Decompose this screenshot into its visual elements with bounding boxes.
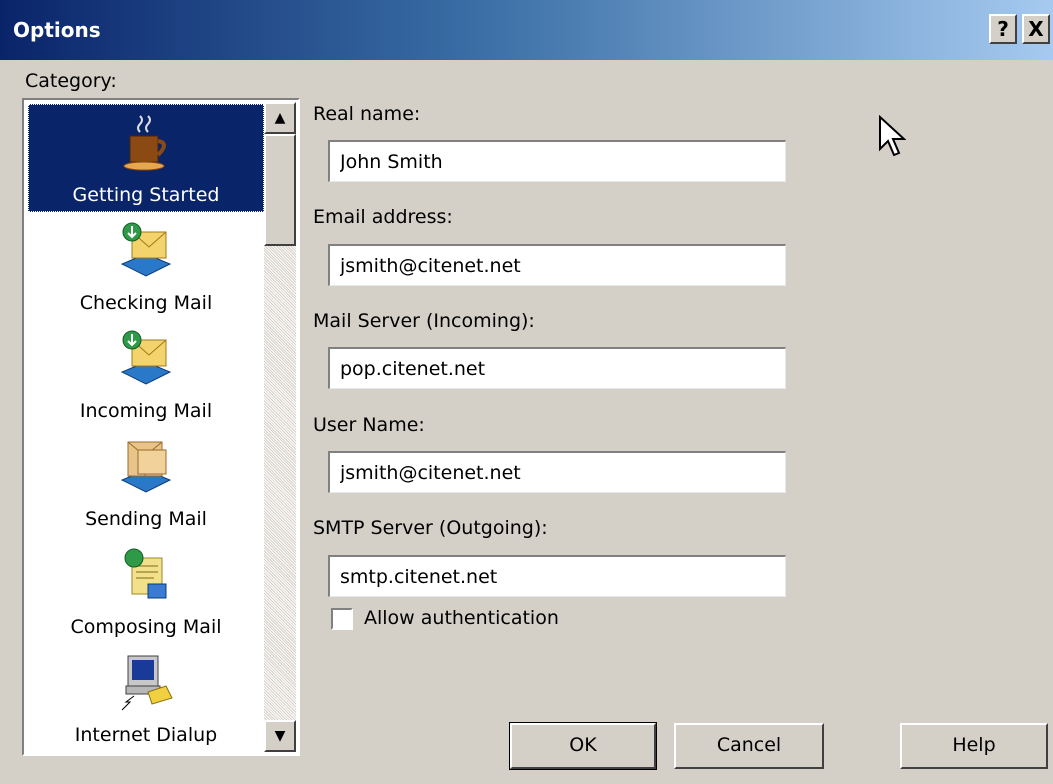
mouse-cursor-icon: [879, 115, 906, 157]
category-item-composing-mail[interactable]: Composing Mail: [28, 536, 264, 644]
category-list[interactable]: Getting Started Checking Mail Incoming M: [22, 98, 300, 756]
allow-authentication-checkbox[interactable]: [331, 608, 353, 630]
mail-envelope-icon: [120, 330, 172, 385]
category-item-internet-dialup[interactable]: Internet Dialup: [28, 644, 264, 752]
email-address-field[interactable]: [328, 244, 786, 286]
window-title: Options: [13, 18, 101, 42]
user-name-label: User Name:: [313, 414, 425, 436]
email-address-label: Email address:: [313, 206, 453, 228]
smtp-server-label: SMTP Server (Outgoing):: [313, 517, 548, 539]
category-label: Category:: [25, 70, 117, 92]
smtp-server-field[interactable]: [328, 555, 786, 597]
real-name-label: Real name:: [313, 103, 421, 125]
dialup-computer-icon: [121, 655, 173, 711]
category-item-label: Incoming Mail: [79, 400, 213, 422]
category-item-label: Getting Started: [72, 184, 220, 206]
category-item-label: Internet Dialup: [74, 724, 218, 746]
category-item-getting-started[interactable]: Getting Started: [28, 104, 264, 212]
category-item-label: Checking Mail: [79, 292, 213, 314]
category-scrollbar[interactable]: ▲ ▼: [264, 102, 296, 752]
help-title-button[interactable]: ?: [989, 14, 1017, 44]
category-item-label: Composing Mail: [70, 616, 222, 638]
real-name-field[interactable]: [328, 140, 786, 182]
allow-authentication-label: Allow authentication: [364, 607, 559, 629]
coffee-cup-icon: [123, 115, 166, 171]
cancel-button[interactable]: Cancel: [674, 723, 824, 769]
ok-button[interactable]: OK: [509, 722, 657, 770]
incoming-server-field[interactable]: [328, 347, 786, 389]
user-name-field[interactable]: [328, 451, 786, 493]
category-item-sending-mail[interactable]: Sending Mail: [28, 428, 264, 536]
category-item-incoming-mail[interactable]: Incoming Mail: [28, 320, 264, 428]
close-button[interactable]: X: [1022, 14, 1050, 44]
send-mail-icon: [120, 441, 172, 493]
scroll-thumb[interactable]: [264, 134, 296, 246]
mail-envelope-icon: [120, 222, 172, 277]
scroll-down-button[interactable]: ▼: [264, 720, 296, 752]
category-item-checking-mail[interactable]: Checking Mail: [28, 212, 264, 320]
category-item-label: Sending Mail: [85, 508, 207, 530]
compose-mail-icon: [124, 548, 167, 599]
help-button[interactable]: Help: [900, 723, 1048, 769]
title-bar[interactable]: Options ? X: [0, 0, 1053, 60]
incoming-server-label: Mail Server (Incoming):: [313, 310, 535, 332]
scroll-up-button[interactable]: ▲: [264, 102, 296, 134]
